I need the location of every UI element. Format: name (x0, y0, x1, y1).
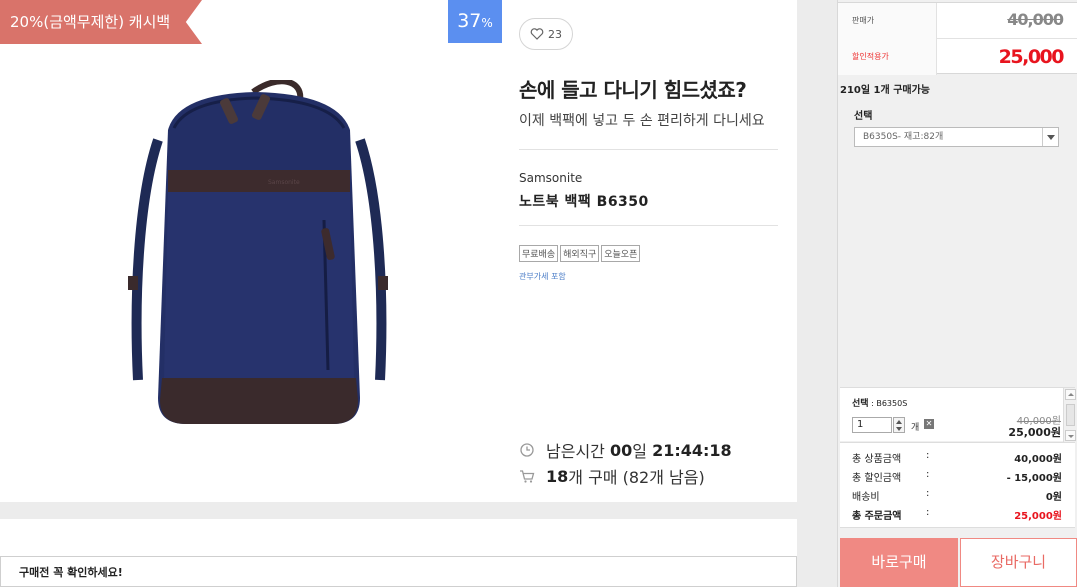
selected-option-code: B6350S (876, 399, 908, 408)
summary-value: 0원 (1045, 492, 1062, 503)
timer-days-unit: 일 (632, 442, 647, 461)
add-to-cart-button[interactable]: 장바구니 (960, 538, 1077, 587)
price-label: 판매가 (838, 3, 937, 39)
increase-icon[interactable] (896, 419, 902, 424)
tag-open-today: 오늘오픈 (601, 245, 641, 262)
tax-note-link[interactable]: 관부가세 포함 (519, 271, 566, 282)
chevron-down-icon[interactable] (1042, 128, 1058, 146)
selected-price: 25,000원 (1008, 426, 1061, 439)
like-button[interactable]: 23 (519, 18, 573, 50)
product-panel: 20%(금액무제한) 캐시백 37% Samsonite 23 손에 들고 다니… (0, 0, 797, 502)
selected-label: 선택 (852, 399, 869, 409)
summary-label: 배송비 (852, 492, 880, 503)
notice-bar[interactable]: 구매전 꼭 확인하세요! (0, 556, 797, 587)
summary-colon: : (926, 450, 930, 461)
summary-row: 총 할인금액 : - 15,000원 (852, 469, 1062, 487)
quantity-unit: 개 (911, 423, 920, 433)
option-dropdown-value: B6350S- 재고:82개 (863, 132, 944, 142)
option-dropdown[interactable]: B6350S- 재고:82개 (854, 127, 1059, 147)
time-remaining: 남은시간 00 일 21:44:18 (519, 438, 732, 462)
remove-option-icon[interactable]: ✕ (924, 419, 934, 429)
summary-row: 총 상품금액 : 40,000원 (852, 450, 1062, 468)
purchase-limit: 210일 1개 구매가능 (840, 85, 930, 96)
cart-icon (520, 470, 535, 483)
quantity-input[interactable]: 1 (852, 417, 892, 433)
divider (519, 149, 778, 150)
scroll-up-icon[interactable] (1065, 389, 1076, 400)
product-subline: 이제 백팩에 넣고 두 손 편리하게 다니세요 (519, 113, 765, 129)
svg-text:Samsonite: Samsonite (268, 179, 300, 186)
cashback-ribbon: 20%(금액무제한) 캐시백 (0, 0, 202, 44)
summary-row: 배송비 : 0원 (852, 488, 1062, 506)
brand-name: Samsonite (519, 171, 583, 185)
summary-label: 총 할인금액 (852, 473, 902, 484)
product-name: 노트북 백팩 B6350 (519, 194, 649, 210)
order-panel: 판매가 40,000 할인적용가 25,000 210일 1개 구매가능 선택 … (837, 0, 1077, 587)
scroll-down-icon[interactable] (1065, 430, 1076, 441)
tag-overseas: 해외직구 (560, 245, 600, 262)
summary-label: 총 주문금액 (852, 511, 902, 522)
order-summary: 총 상품금액 : 40,000원 총 할인금액 : - 15,000원 배송비 … (840, 442, 1075, 528)
clock-icon (520, 443, 534, 457)
buy-now-button[interactable]: 바로구매 (840, 538, 958, 587)
select-label: 선택 (854, 111, 873, 122)
summary-colon: : (926, 469, 930, 480)
discount-badge: 37% (448, 0, 502, 43)
discount-number: 37 (457, 10, 482, 32)
purchase-count: 18 개 구매 (82개 남음) (519, 464, 705, 488)
scrollbar[interactable] (1063, 388, 1077, 442)
quantity-stepper[interactable] (893, 417, 905, 433)
sale-price-row: 할인적용가 25,000 (838, 39, 1077, 75)
divider (519, 225, 778, 226)
selected-option-name: 선택 : B6350S (852, 399, 908, 409)
timer-label: 남은시간 (546, 442, 605, 461)
summary-total-value: 25,000원 (1014, 511, 1062, 522)
purchase-remaining: (82개 남음) (622, 468, 705, 487)
purchase-unit: 개 구매 (568, 468, 618, 487)
product-headline: 손에 들고 다니기 힘드셨죠? (519, 78, 747, 102)
summary-total-row: 총 주문금액 : 25,000원 (852, 507, 1062, 525)
summary-colon: : (926, 488, 930, 499)
summary-label: 총 상품금액 (852, 454, 902, 465)
purchase-number: 18 (546, 466, 569, 486)
selected-option: 선택 : B6350S 1 개 ✕ 40,000원 25,000원 (840, 387, 1077, 442)
timer-days: 00 (609, 440, 633, 460)
discount-unit: % (481, 16, 493, 30)
sale-price: 25,000 (998, 46, 1065, 68)
decrease-icon[interactable] (896, 426, 902, 431)
timer-time: 21:44:18 (652, 440, 732, 460)
summary-value: - 15,000원 (1006, 473, 1062, 484)
summary-value: 40,000원 (1014, 454, 1062, 465)
price-row: 판매가 40,000 (838, 3, 1077, 39)
tag-list: 무료배송 해외직구 오늘오픈 (519, 245, 641, 262)
price-table: 판매가 40,000 할인적용가 25,000 (838, 2, 1077, 75)
tag-free-shipping: 무료배송 (519, 245, 559, 262)
original-price: 40,000 (1007, 10, 1064, 29)
like-count: 23 (548, 27, 562, 41)
option-select-area: 선택 B6350S- 재고:82개 (840, 99, 1075, 386)
summary-colon: : (926, 507, 930, 518)
sale-price-label: 할인적용가 (838, 39, 937, 75)
product-image: Samsonite (128, 80, 388, 424)
scroll-thumb[interactable] (1066, 404, 1075, 426)
heart-icon (530, 28, 544, 40)
